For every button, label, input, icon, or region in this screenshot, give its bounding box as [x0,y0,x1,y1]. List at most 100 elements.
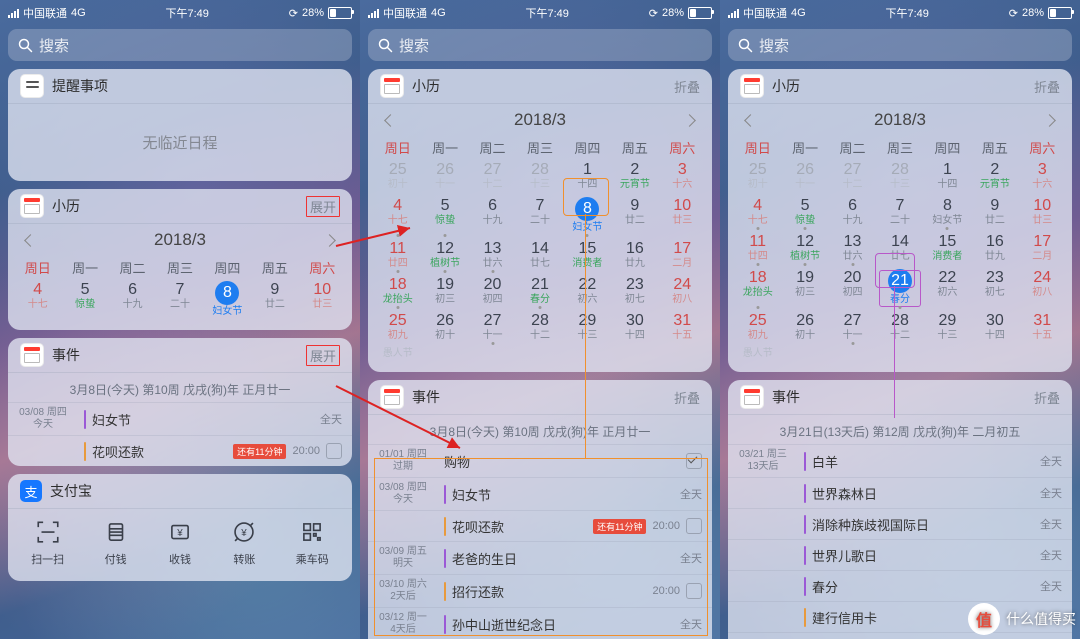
alipay-action[interactable]: 扫一扫 [31,519,64,567]
expand-button[interactable]: 展开 [306,345,340,366]
cal-cell[interactable]: 3十六 [1019,159,1066,195]
checkbox[interactable] [326,443,342,459]
checkbox[interactable] [686,583,702,599]
cal-cell[interactable]: 31十五 [659,310,706,346]
cal-cell[interactable]: 10廿三 [299,279,346,322]
event-row[interactable]: 03/21 周三13天后白羊全天 [728,444,1072,477]
cal-cell[interactable]: 10廿三 [659,195,706,238]
cal-cell[interactable]: 22初六 [564,274,611,310]
event-row[interactable]: 01/01 周四过期购物 [368,444,712,477]
cal-cell[interactable]: 8妇女节 [204,279,251,322]
cal-cell[interactable]: 29十三 [564,310,611,346]
cal-cell[interactable]: 30十四 [611,310,658,346]
cal-cell[interactable]: 6十九 [829,195,876,231]
prev-month[interactable] [24,234,37,247]
cal-cell[interactable]: 18龙抬头 [374,274,421,310]
event-row[interactable]: 消除种族歧视国际日全天 [728,508,1072,539]
event-row[interactable]: 03/09 周五明天老爸的生日全天 [368,541,712,574]
cal-cell[interactable]: 6十九 [109,279,156,322]
event-row[interactable]: 03/08 周四今天妇女节全天 [8,402,352,435]
alipay-action[interactable]: 乘车码 [296,519,329,567]
alipay-action[interactable]: 付钱 [103,519,129,567]
cal-cell[interactable]: 27十一 [829,310,876,346]
cal-cell[interactable]: 25初九 [374,310,421,346]
event-row[interactable]: 03/10 周六2天后招行还款20:00 [368,574,712,607]
cal-cell[interactable]: 20初四 [469,274,516,310]
cal-cell[interactable]: 12植树节 [421,238,468,274]
cal-cell[interactable]: 26初十 [781,310,828,346]
cal-cell[interactable]: 18龙抬头 [734,267,781,310]
cal-cell[interactable]: 7二十 [516,195,563,238]
cal-cell[interactable]: 5惊蛰 [781,195,828,231]
cal-cell[interactable]: 4十七 [374,195,421,238]
checkbox[interactable] [686,453,702,469]
collapse-button[interactable]: 折叠 [674,388,700,407]
event-row[interactable]: 春分全天 [728,570,1072,601]
cal-cell[interactable]: 27十二 [829,159,876,195]
cal-cell[interactable]: 21春分 [876,267,923,310]
search-input[interactable]: 搜索 [8,29,352,61]
alipay-action[interactable]: ¥收钱 [167,519,193,567]
cal-cell[interactable]: 5惊蛰 [421,195,468,238]
expand-button[interactable]: 展开 [306,196,340,217]
cal-cell[interactable]: 28十二 [876,310,923,346]
cal-cell[interactable]: 2元宵节 [611,159,658,195]
cal-cell[interactable]: 23初七 [971,267,1018,310]
cal-cell[interactable]: 27十一 [469,310,516,346]
cal-cell[interactable]: 14廿七 [516,238,563,274]
cal-cell[interactable]: 26十一 [781,159,828,195]
cal-cell[interactable]: 20初四 [829,267,876,310]
cal-cell[interactable]: 13廿六 [469,238,516,274]
cal-cell[interactable]: 24初八 [659,274,706,310]
cal-cell[interactable]: 27十二 [469,159,516,195]
alipay-action[interactable]: ¥转账 [231,519,257,567]
cal-cell[interactable]: 25初十 [374,159,421,195]
event-row[interactable]: 世界森林日全天 [728,477,1072,508]
cal-cell[interactable]: 10廿三 [1019,195,1066,231]
cal-cell[interactable]: 24初八 [1019,267,1066,310]
cal-cell[interactable]: 1十四 [924,159,971,195]
cal-cell[interactable]: 3十六 [659,159,706,195]
cal-cell[interactable]: 8妇女节 [924,195,971,231]
cal-cell[interactable]: 15消费者 [924,231,971,267]
cal-cell[interactable]: 23初七 [611,274,658,310]
search-input[interactable]: 搜索 [368,29,712,61]
cal-cell[interactable]: 16廿九 [611,238,658,274]
cal-cell[interactable]: 11廿四 [734,231,781,267]
cal-cell[interactable]: 28十三 [516,159,563,195]
cal-cell[interactable]: 19初三 [781,267,828,310]
cal-cell[interactable]: 16廿九 [971,231,1018,267]
cal-cell[interactable]: 30十四 [971,310,1018,346]
event-row[interactable]: 03/12 周一4天后孙中山逝世纪念日全天 [368,607,712,639]
checkbox[interactable] [686,518,702,534]
next-month[interactable] [323,234,336,247]
cal-cell[interactable]: 25初十 [734,159,781,195]
cal-cell[interactable]: 6十九 [469,195,516,238]
event-row[interactable]: 03/08 周四今天妇女节全天 [368,477,712,510]
cal-cell[interactable]: 13廿六 [829,231,876,267]
cal-cell[interactable]: 26初十 [421,310,468,346]
cal-cell[interactable]: 4十七 [14,279,61,322]
cal-cell[interactable]: 19初三 [421,274,468,310]
event-row[interactable]: 花呗还款还有11分钟20:00 [8,435,352,466]
cal-cell[interactable]: 7二十 [156,279,203,322]
collapse-button[interactable]: 折叠 [1034,77,1060,96]
cal-cell[interactable]: 4十七 [734,195,781,231]
cal-cell[interactable]: 17二月 [1019,231,1066,267]
cal-cell[interactable]: 8妇女节 [564,195,611,238]
collapse-button[interactable]: 折叠 [1034,388,1060,407]
cal-cell[interactable]: 9廿二 [971,195,1018,231]
cal-cell[interactable]: 17二月 [659,238,706,274]
event-row[interactable]: 花呗还款还有11分钟20:00 [368,510,712,541]
event-row[interactable]: 世界儿歌日全天 [728,539,1072,570]
cal-cell[interactable]: 25初九 [734,310,781,346]
cal-cell[interactable]: 29十三 [924,310,971,346]
cal-cell[interactable]: 2元宵节 [971,159,1018,195]
cal-cell[interactable]: 31十五 [1019,310,1066,346]
cal-cell[interactable]: 9廿二 [611,195,658,238]
cal-cell[interactable]: 26十一 [421,159,468,195]
cal-cell[interactable]: 28十二 [516,310,563,346]
cal-cell[interactable]: 11廿四 [374,238,421,274]
cal-cell[interactable]: 22初六 [924,267,971,310]
cal-cell[interactable]: 21春分 [516,274,563,310]
